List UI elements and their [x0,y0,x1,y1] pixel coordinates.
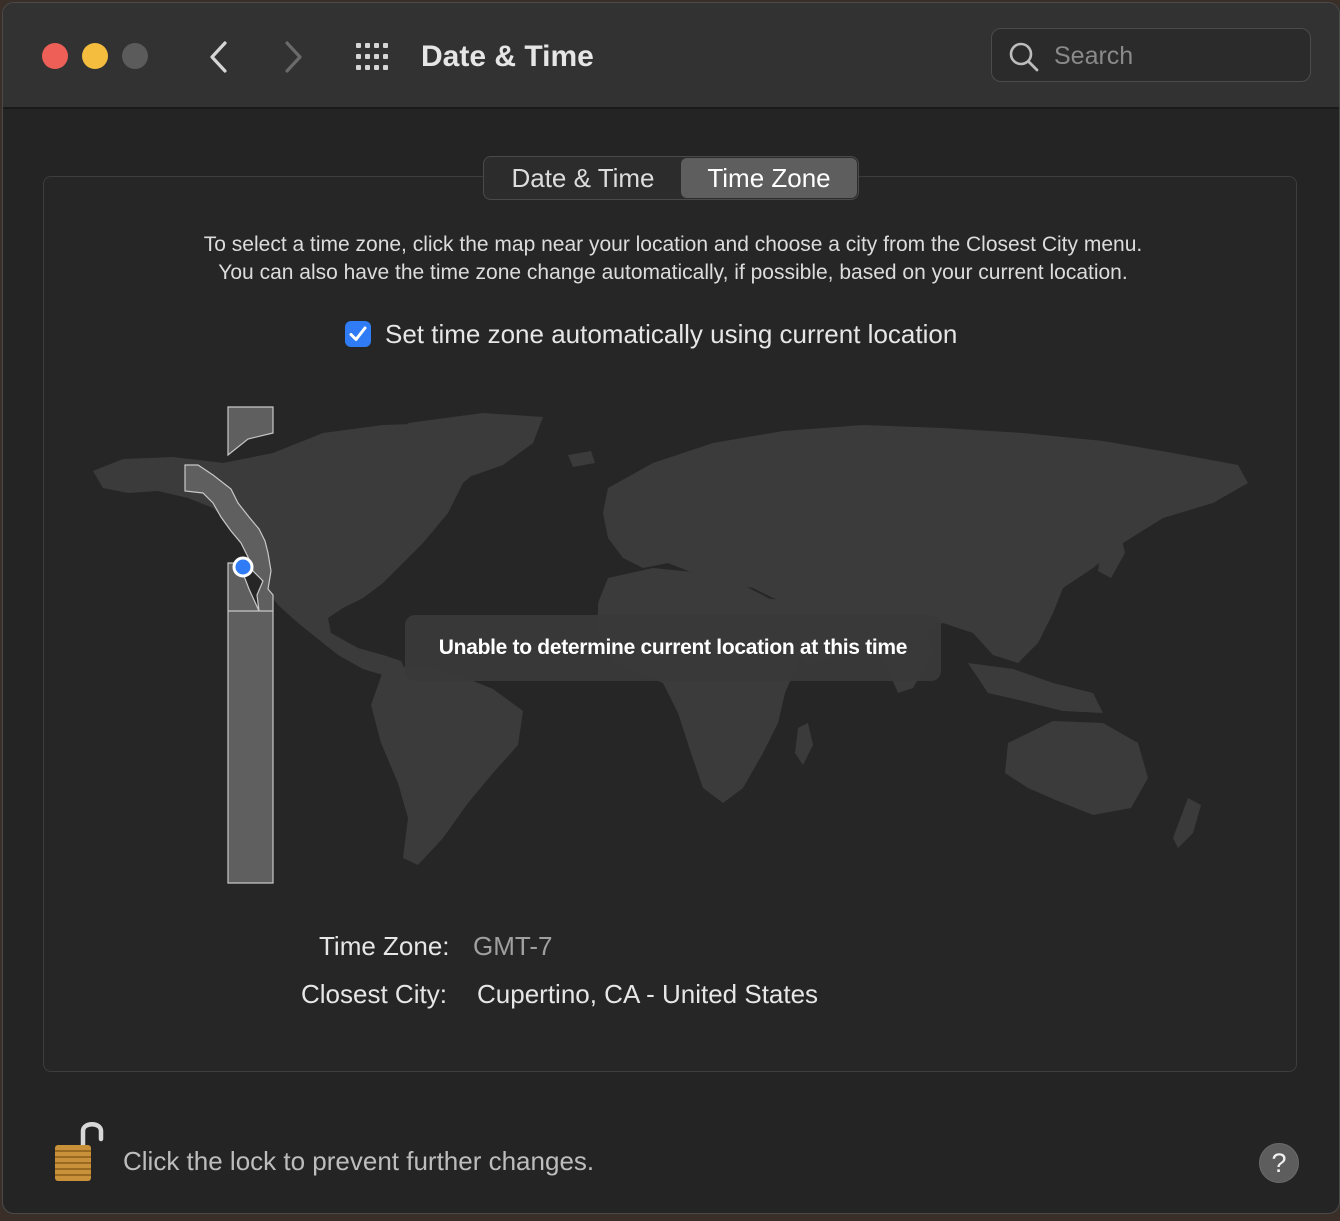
minimize-button[interactable] [82,43,108,69]
instructions-text: To select a time zone, click the map nea… [43,231,1303,287]
search-input[interactable] [1052,37,1296,75]
southeast-asia-shape [968,663,1103,713]
window-title: Date & Time [421,40,594,73]
unlocked-padlock-icon [55,1122,104,1181]
iceland-shape [568,451,595,467]
location-error-message: Unable to determine current location at … [405,615,941,681]
closest-city-label: Closest City: [301,979,447,1009]
help-button[interactable]: ? [1259,1143,1299,1183]
australia-shape [1005,721,1148,815]
back-button[interactable] [199,37,239,77]
auto-timezone-row: Set time zone automatically using curren… [345,317,957,351]
show-all-button[interactable] [353,40,393,74]
lock-button[interactable] [53,1117,105,1190]
title-bar: Date & Time [3,3,1339,109]
closest-city-popup[interactable]: Cupertino, CA - United States [477,976,818,1012]
forward-button[interactable] [273,37,313,77]
checkmark-icon [349,326,367,341]
grid-icon [356,43,388,70]
zoom-button[interactable] [122,43,148,69]
time-zone-value: GMT-7 [473,931,553,961]
tab-date-time[interactable]: Date & Time [485,158,681,198]
instructions-line-2: You can also have the time zone change a… [218,261,1128,284]
chevron-left-icon [210,41,227,73]
chevron-right-icon [285,41,302,73]
instructions-line-1: To select a time zone, click the map nea… [203,233,1143,256]
new-zealand-shape [1173,798,1201,848]
tab-bar: Date & Time Time Zone [483,156,859,200]
madagascar-shape [795,723,813,765]
auto-timezone-checkbox[interactable] [345,321,371,347]
search-field[interactable] [991,28,1311,82]
preferences-window: Date & Time Date & Time Time Zone To sel… [2,2,1340,1214]
time-zone-label: Time Zone: [319,931,450,961]
auto-timezone-label: Set time zone automatically using curren… [385,318,958,349]
south-america-shape [371,665,523,865]
location-pin-icon [232,556,254,578]
lock-status-text: Click the lock to prevent further change… [123,1146,595,1176]
tab-time-zone[interactable]: Time Zone [681,158,857,198]
search-icon [1009,42,1039,72]
close-button[interactable] [42,43,68,69]
